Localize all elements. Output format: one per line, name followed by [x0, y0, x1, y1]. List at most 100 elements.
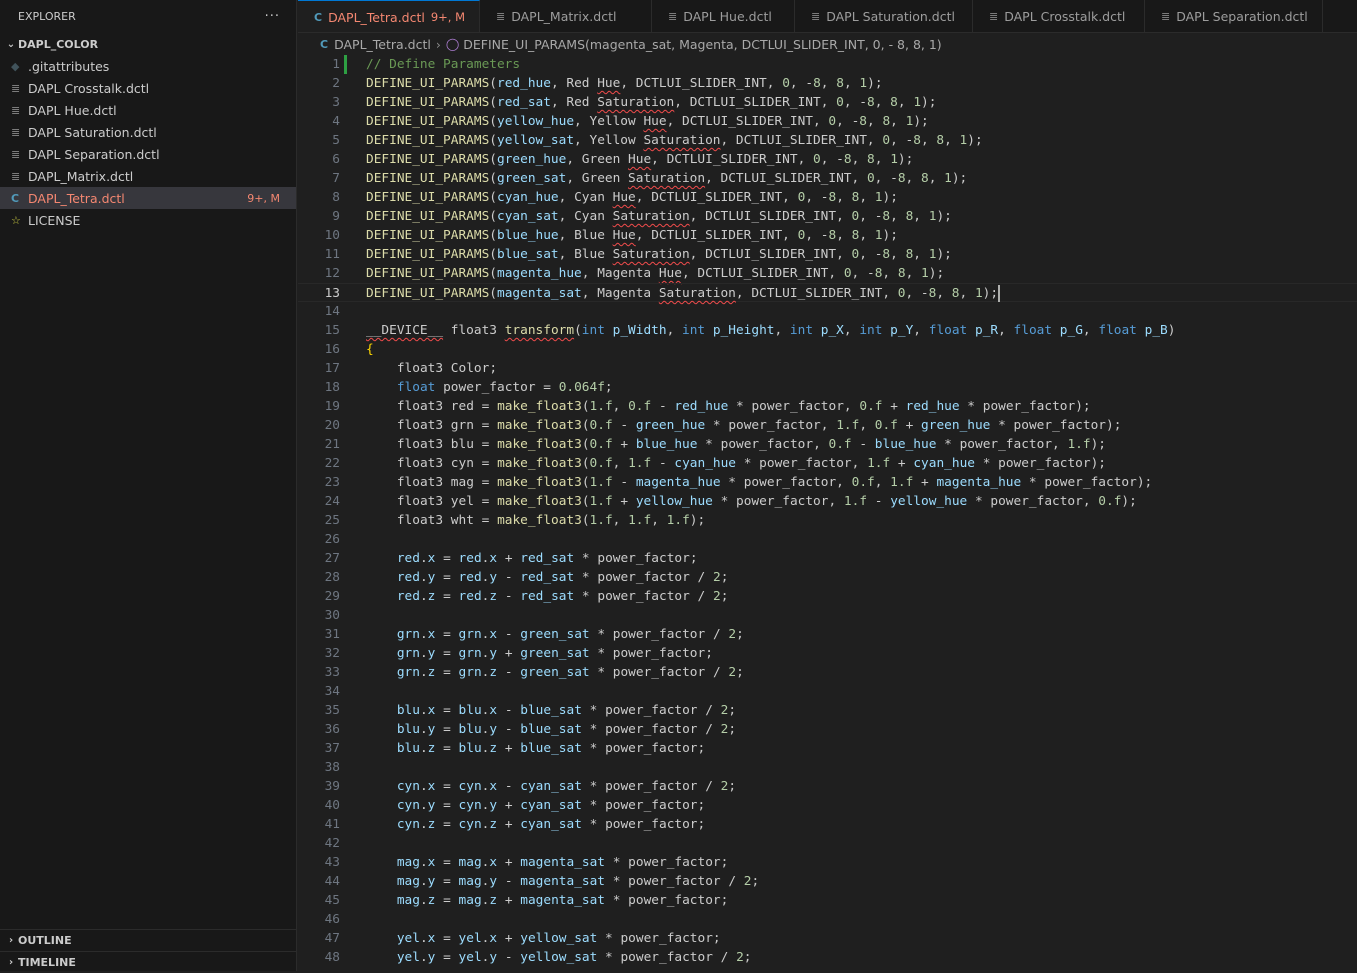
code-line[interactable]: 42 — [298, 834, 1357, 853]
git-added-marker[interactable] — [344, 55, 347, 74]
line-number: 6 — [332, 152, 340, 167]
lines-icon: ≣ — [668, 10, 678, 23]
code-line[interactable]: 44 mag.y = mag.y - magenta_sat * power_f… — [298, 872, 1357, 891]
tab-badge: 9+, M — [430, 10, 466, 24]
editor-tab[interactable]: ≣ DAPL Saturation.dctl — [795, 0, 973, 32]
code-line[interactable]: 36 blu.y = blu.y - blue_sat * power_fact… — [298, 720, 1357, 739]
file-item[interactable]: ≣ DAPL Saturation.dctl — [0, 121, 296, 143]
code-line[interactable]: 14 — [298, 302, 1357, 321]
file-item[interactable]: ≣ DAPL Separation.dctl — [0, 143, 296, 165]
code-text: float3 Color; — [396, 361, 498, 376]
symbol-icon: ◯ — [445, 37, 460, 51]
timeline-section[interactable]: › TIMELINE — [0, 951, 296, 973]
code-line[interactable]: 17 float3 Color; — [298, 359, 1357, 378]
code-line[interactable]: 19 float3 red = make_float3(1.f, 0.f - r… — [298, 397, 1357, 416]
line-number: 46 — [324, 912, 340, 927]
editor-tab[interactable]: ≣ DAPL_Matrix.dctl — [480, 0, 652, 32]
file-item[interactable]: ☆ LICENSE — [0, 209, 296, 231]
file-label: DAPL Separation.dctl — [28, 146, 160, 162]
explorer-sidebar: EXPLORER ··· ⌄ DAPL_COLOR ◆ .gitattribute… — [0, 0, 297, 971]
file-item[interactable]: ≣ DAPL Hue.dctl — [0, 99, 296, 121]
code-line[interactable]: 29 red.z = red.z - red_sat * power_facto… — [298, 587, 1357, 606]
code-line[interactable]: 48 yel.y = yel.y - yellow_sat * power_fa… — [298, 948, 1357, 967]
editor-tab[interactable]: ≣ DAPL Crosstalk.dctl — [973, 0, 1145, 32]
code-line[interactable]: 1 // Define Parameters — [298, 55, 1357, 74]
tab-label: DAPL Crosstalk.dctl — [1004, 9, 1126, 24]
code-line[interactable]: 30 — [298, 606, 1357, 625]
code-line[interactable]: 24 float3 yel = make_float3(1.f + yellow… — [298, 492, 1357, 511]
line-number: 28 — [324, 570, 340, 585]
code-line[interactable]: 15 __DEVICE__ float3 transform(int p_Widt… — [298, 321, 1357, 340]
tab-label: DAPL Saturation.dctl — [826, 9, 955, 24]
code-line[interactable]: 2 DEFINE_UI_PARAMS(red_hue, Red Hue, DCTL… — [298, 74, 1357, 93]
code-line[interactable]: 33 grn.z = grn.z - green_sat * power_fac… — [298, 663, 1357, 682]
code-editor[interactable]: 1 // Define Parameters 2 DEFINE_UI_PARAMS(r… — [298, 55, 1357, 971]
editor-tab[interactable]: C DAPL_Tetra.dctl 9+, M — [298, 0, 480, 32]
code-line[interactable]: 34 — [298, 682, 1357, 701]
editor-tabs: C DAPL_Tetra.dctl 9+, M ≣ DAPL_Matrix.dctl ≣ D… — [298, 0, 1357, 33]
code-line[interactable]: 7 DEFINE_UI_PARAMS(green_sat, Green Satur… — [298, 169, 1357, 188]
code-line[interactable]: 6 DEFINE_UI_PARAMS(green_hue, Green Hue, … — [298, 150, 1357, 169]
code-line[interactable]: 8 DEFINE_UI_PARAMS(cyan_hue, Cyan Hue, DC… — [298, 188, 1357, 207]
explorer-header: EXPLORER ··· — [0, 0, 296, 32]
file-label: DAPL Hue.dctl — [28, 102, 117, 118]
code-line[interactable]: 13 DEFINE_UI_PARAMS(magenta_sat, Magenta … — [298, 283, 1357, 302]
code-line[interactable]: 39 cyn.x = cyn.x - cyan_sat * power_fact… — [298, 777, 1357, 796]
code-line[interactable]: 3 DEFINE_UI_PARAMS(red_sat, Red Saturatio… — [298, 93, 1357, 112]
tab-label: DAPL Hue.dctl — [683, 9, 772, 24]
code-line[interactable]: 18 float power_factor = 0.064f; — [298, 378, 1357, 397]
code-line[interactable]: 38 — [298, 758, 1357, 777]
code-line[interactable]: 9 DEFINE_UI_PARAMS(cyan_sat, Cyan Saturat… — [298, 207, 1357, 226]
code-line[interactable]: 22 float3 cyn = make_float3(0.f, 1.f - c… — [298, 454, 1357, 473]
file-item[interactable]: ≣ DAPL_Matrix.dctl — [0, 165, 296, 187]
code-text: DEFINE_UI_PARAMS(red_sat, Red Saturation… — [366, 95, 937, 110]
code-line[interactable]: 10 DEFINE_UI_PARAMS(blue_hue, Blue Hue, D… — [298, 226, 1357, 245]
line-number: 8 — [332, 190, 340, 205]
more-actions-icon[interactable]: ··· — [265, 9, 280, 24]
code-text: blu.x = blu.x - blue_sat * power_factor … — [396, 703, 737, 718]
file-label: DAPL_Matrix.dctl — [28, 168, 134, 184]
code-line[interactable]: 4 DEFINE_UI_PARAMS(yellow_hue, Yellow Hue… — [298, 112, 1357, 131]
line-number: 2 — [332, 76, 340, 91]
code-line[interactable]: 41 cyn.z = cyn.z + cyan_sat * power_fact… — [298, 815, 1357, 834]
code-line[interactable]: 35 blu.x = blu.x - blue_sat * power_fact… — [298, 701, 1357, 720]
line-number: 36 — [324, 722, 340, 737]
editor-tab[interactable]: ≣ DAPL Hue.dctl — [652, 0, 795, 32]
file-item[interactable]: ◆ .gitattributes — [0, 55, 296, 77]
code-line[interactable]: 12 DEFINE_UI_PARAMS(magenta_hue, Magenta … — [298, 264, 1357, 283]
code-line[interactable]: 43 mag.x = mag.x + magenta_sat * power_f… — [298, 853, 1357, 872]
editor-tab[interactable]: ≣ DAPL Separation.dctl — [1145, 0, 1323, 32]
code-line[interactable]: 20 float3 grn = make_float3(0.f - green_… — [298, 416, 1357, 435]
breadcrumb-symbol[interactable]: DEFINE_UI_PARAMS(magenta_sat, Magenta, D… — [463, 37, 941, 52]
code-text: float3 cyn = make_float3(0.f, 1.f - cyan… — [396, 456, 1107, 471]
code-line[interactable]: 27 red.x = red.x + red_sat * power_facto… — [298, 549, 1357, 568]
code-line[interactable]: 37 blu.z = blu.z + blue_sat * power_fact… — [298, 739, 1357, 758]
code-line[interactable]: 21 float3 blu = make_float3(0.f + blue_h… — [298, 435, 1357, 454]
code-line[interactable]: 46 — [298, 910, 1357, 929]
code-line[interactable]: 16 { — [298, 340, 1357, 359]
code-text: float3 grn = make_float3(0.f - green_hue… — [396, 418, 1122, 433]
c-icon: C — [11, 191, 20, 205]
code-line[interactable]: 40 cyn.y = cyn.y + cyan_sat * power_fact… — [298, 796, 1357, 815]
code-line[interactable]: 23 float3 mag = make_float3(1.f - magent… — [298, 473, 1357, 492]
line-number: 18 — [324, 380, 340, 395]
folder-label: DAPL_COLOR — [18, 37, 99, 51]
code-line[interactable]: 11 DEFINE_UI_PARAMS(blue_sat, Blue Satura… — [298, 245, 1357, 264]
line-number: 19 — [324, 399, 340, 414]
code-line[interactable]: 47 yel.x = yel.x + yellow_sat * power_fa… — [298, 929, 1357, 948]
outline-section[interactable]: › OUTLINE — [0, 929, 296, 951]
code-line[interactable]: 25 float3 wht = make_float3(1.f, 1.f, 1.… — [298, 511, 1357, 530]
code-line[interactable]: 45 mag.z = mag.z + magenta_sat * power_f… — [298, 891, 1357, 910]
code-line[interactable]: 31 grn.x = grn.x - green_sat * power_fac… — [298, 625, 1357, 644]
code-line[interactable]: 5 DEFINE_UI_PARAMS(yellow_sat, Yellow Sat… — [298, 131, 1357, 150]
lines-icon: ≣ — [11, 103, 21, 117]
code-line[interactable]: 28 red.y = red.y - red_sat * power_facto… — [298, 568, 1357, 587]
file-item[interactable]: C DAPL_Tetra.dctl 9+, M — [0, 187, 296, 209]
code-line[interactable]: 32 grn.y = grn.y + green_sat * power_fac… — [298, 644, 1357, 663]
chevron-right-icon: › — [8, 957, 14, 968]
line-number: 43 — [324, 855, 340, 870]
folder-dapl-color[interactable]: ⌄ DAPL_COLOR — [0, 33, 296, 55]
file-item[interactable]: ≣ DAPL Crosstalk.dctl — [0, 77, 296, 99]
code-line[interactable]: 26 — [298, 530, 1357, 549]
breadcrumb-file[interactable]: DAPL_Tetra.dctl — [334, 37, 431, 52]
